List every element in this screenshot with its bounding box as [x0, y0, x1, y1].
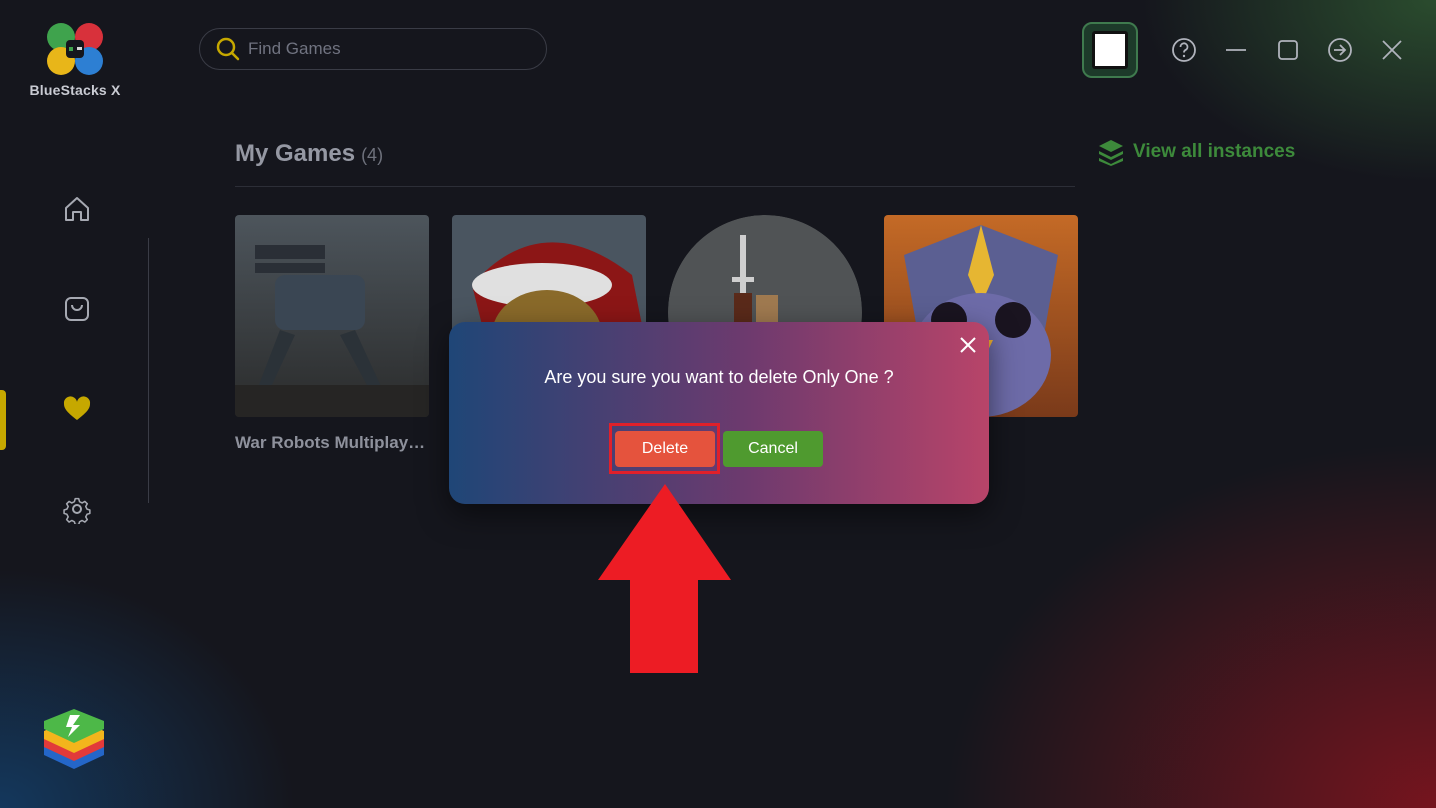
help-button[interactable] [1158, 22, 1210, 78]
maximize-button[interactable] [1262, 22, 1314, 78]
minimize-icon [1226, 49, 1246, 51]
header-divider [235, 186, 1075, 187]
cancel-button[interactable]: Cancel [723, 431, 823, 467]
avatar[interactable] [1082, 22, 1138, 78]
forward-button[interactable] [1314, 22, 1366, 78]
minimize-button[interactable] [1210, 22, 1262, 78]
heart-icon [63, 396, 91, 420]
close-window-button[interactable] [1366, 22, 1418, 78]
bluestacks-x-logo-icon [47, 23, 103, 75]
bluestacks-layers-icon [44, 709, 104, 769]
maximize-icon [1278, 40, 1298, 60]
app-logo[interactable]: BlueStacks X [20, 20, 130, 98]
sidebar-item-home[interactable] [52, 184, 102, 234]
sidebar-item-settings[interactable] [52, 484, 102, 534]
close-icon [1382, 40, 1402, 60]
war-robots-artwork [235, 215, 429, 417]
home-icon [65, 197, 89, 221]
sidebar-item-favorites[interactable] [52, 384, 102, 434]
game-card[interactable]: War Robots Multiplaye... [235, 215, 429, 453]
window-controls [1082, 22, 1418, 78]
dialog-message: Are you sure you want to delete Only One… [544, 367, 894, 387]
forward-icon [1328, 38, 1352, 62]
section-title: My Games [235, 140, 356, 167]
dialog-close-button[interactable] [957, 334, 979, 356]
help-icon [1172, 38, 1196, 62]
view-all-label: View all instances [1133, 141, 1296, 162]
search-icon [216, 37, 240, 61]
game-thumbnail[interactable] [235, 215, 429, 417]
sidebar-divider [148, 238, 149, 503]
nav-active-indicator [0, 390, 6, 450]
settings-gear-icon [63, 497, 91, 524]
bluestacks-player-button[interactable] [40, 705, 108, 778]
close-icon [960, 337, 976, 353]
annotation-arrow-up-icon [598, 484, 732, 679]
avatar-image [1092, 31, 1128, 69]
delete-confirm-dialog: Are you sure you want to delete Only One… [449, 322, 989, 504]
store-bag-icon [65, 297, 89, 321]
red-arrow-icon [598, 484, 731, 673]
game-title: War Robots Multiplaye... [235, 433, 429, 452]
game-count: (4) [361, 145, 384, 165]
sidebar-item-store[interactable] [52, 284, 102, 334]
search-bar[interactable] [199, 28, 547, 70]
delete-highlight-box [609, 423, 720, 474]
view-all-instances-link[interactable]: View all instances [1097, 138, 1295, 166]
page-title: My Games (4) [235, 140, 383, 168]
layers-icon [1099, 140, 1123, 166]
search-input[interactable] [246, 38, 530, 60]
app-name: BlueStacks X [29, 82, 121, 98]
